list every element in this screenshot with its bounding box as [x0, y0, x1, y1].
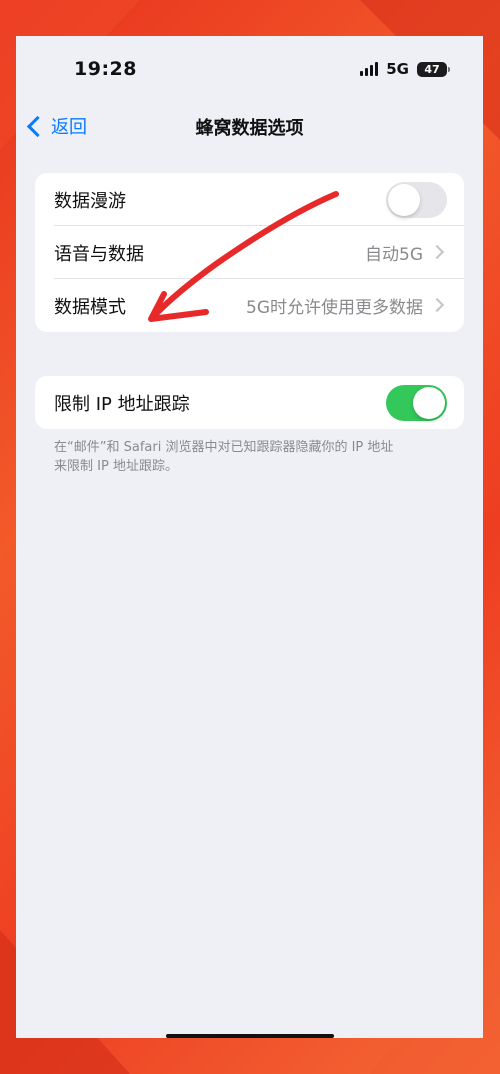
page-title: 蜂窝数据选项 — [195, 118, 304, 139]
network-type: 5G — [386, 60, 409, 78]
phone-screen: 19:28 5G 47 返回 蜂窝数据选项 数据漫游 语音与数据 自动5G 数据… — [16, 36, 483, 1038]
home-indicator — [166, 1034, 334, 1038]
ip-tracking-footnote: 在“邮件”和 Safari 浏览器中对已知跟踪器隐藏你的 IP 地址 来限制 I… — [54, 438, 454, 476]
data-roaming-toggle[interactable] — [386, 182, 447, 218]
row-data-mode[interactable]: 数据模式 5G时允许使用更多数据 — [35, 279, 464, 332]
chevron-right-icon — [429, 297, 445, 313]
footnote-line-1: 在“邮件”和 Safari 浏览器中对已知跟踪器隐藏你的 IP 地址 — [54, 440, 394, 455]
battery-level: 47 — [424, 62, 440, 76]
status-indicators: 5G 47 — [360, 60, 450, 78]
status-time: 19:28 — [74, 58, 137, 80]
limit-ip-tracking-label: 限制 IP 地址跟踪 — [54, 393, 190, 415]
navigation-bar: 返回 蜂窝数据选项 — [16, 106, 483, 146]
signal-icon — [360, 62, 379, 76]
data-roaming-label: 数据漫游 — [54, 190, 126, 212]
row-voice-data[interactable]: 语音与数据 自动5G — [35, 226, 464, 279]
toggle-knob — [413, 387, 445, 419]
row-data-roaming: 数据漫游 — [35, 173, 464, 226]
chevron-right-icon — [429, 244, 445, 260]
voice-data-label: 语音与数据 — [54, 243, 144, 265]
cellular-options-group: 数据漫游 语音与数据 自动5G 数据模式 5G时允许使用更多数据 — [35, 173, 464, 332]
data-mode-value: 5G时允许使用更多数据 — [246, 298, 423, 318]
toggle-knob — [388, 184, 420, 216]
row-limit-ip-tracking: 限制 IP 地址跟踪 — [35, 376, 464, 429]
limit-ip-tracking-toggle[interactable] — [386, 385, 447, 421]
privacy-group: 限制 IP 地址跟踪 — [35, 376, 464, 429]
status-bar: 19:28 5G 47 — [16, 36, 483, 104]
voice-data-value: 自动5G — [365, 245, 423, 265]
footnote-line-2: 来限制 IP 地址跟踪。 — [54, 459, 178, 474]
data-mode-label: 数据模式 — [54, 296, 126, 318]
battery-icon: 47 — [417, 61, 450, 77]
